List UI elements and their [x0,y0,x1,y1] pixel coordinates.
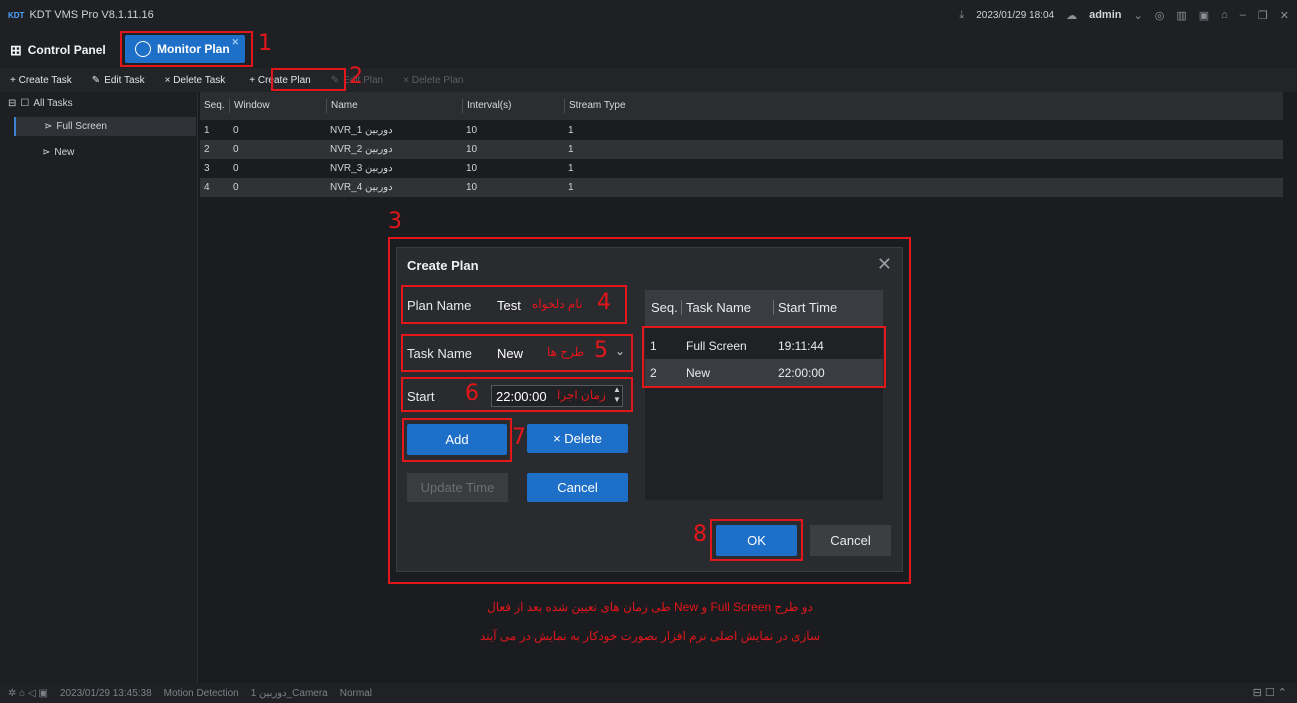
toolbar: + Create Task ✎ Edit Task × Delete Task +… [0,68,1297,92]
task-icon: ⋗ [44,121,53,132]
cell-seq: 3 [204,163,210,174]
cell-seq: 2 [204,144,210,155]
status-camera: دوربین 1_Camera [250,687,328,699]
title-bar-right: ⤓ 2023/01/29 18:04 ☁ admin ⌄ ◎ ▥ ▣ ⌂ – ❐… [959,0,1289,30]
table-row[interactable]: 2 0 NVR_دوربین 2 10 1 [200,140,1283,159]
tab-label: Control Panel [27,43,106,57]
annotation-note-line-1: دو طرح Full Screen و New طی زمان های تعی… [487,600,813,614]
minimize-icon[interactable]: – [1240,9,1246,21]
tree-item-new[interactable]: ⋗ New [14,143,196,162]
cell-window: 0 [233,163,239,174]
plan-table-header: Seq. Task Name Start Time [645,290,883,326]
tree-root-label: All Tasks [33,98,73,109]
column-header-interval[interactable]: Interval(s) [462,99,511,113]
cell-seq: 4 [204,182,210,193]
user-name[interactable]: admin [1089,9,1121,21]
annotation-number-1: 1 [258,31,272,56]
app-logo: KDT [8,10,25,20]
cell-stream-type: 1 [568,125,574,136]
task-icon: ⋗ [42,147,51,158]
close-icon[interactable]: ✕ [877,254,892,275]
column-header-window[interactable]: Window [229,99,270,113]
lock-icon[interactable]: ⌂ [1221,9,1228,21]
status-event: Motion Detection [163,687,239,699]
app-title: KDT VMS Pro V8.1.11.16 [29,9,154,21]
cell-window: 0 [233,182,239,193]
annotation-frame-2 [271,68,346,91]
edit-task-label: Edit Task [104,74,145,86]
cell-window: 0 [233,144,239,155]
table-header: Seq. Window Name Interval(s) Stream Type [200,92,1283,120]
annotation-note-line-2: سازی در نمایش اصلی نرم افزار بصورت خودکا… [480,629,820,643]
status-state: Normal [339,687,372,699]
collapse-icon[interactable]: ⊟ [8,98,16,109]
dialog-title: Create Plan [407,258,479,273]
chevron-down-icon[interactable]: ⌄ [1133,9,1142,22]
cell-name: NVR_دوربین 1 [330,125,393,136]
column-header-seq[interactable]: Seq. [651,300,678,315]
cell-interval: 10 [466,163,478,174]
status-icons[interactable]: ✲ ⌂ ◁ ▣ [8,688,48,699]
annotation-frame-plan-rows [642,326,886,388]
table-row[interactable]: 4 0 NVR_دوربین 4 10 1 [200,178,1283,197]
cell-interval: 10 [466,125,478,136]
task-tree-panel: ⊟ ☐ All Tasks ⋗ Full Screen ⋗ New [0,92,198,683]
annotation-number-3: 3 [388,209,402,234]
tree-item-label: Full Screen [56,121,107,132]
cell-stream-type: 1 [568,144,574,155]
datetime-display: 2023/01/29 18:04 [976,9,1055,21]
annotation-frame-6 [401,377,633,412]
column-header-start-time[interactable]: Start Time [773,300,837,315]
column-header-task-name[interactable]: Task Name [681,300,751,315]
cell-name: NVR_دوربین 3 [330,163,393,174]
annotation-number-2: 2 [349,64,363,89]
grid-icon: ⊞ [10,41,22,58]
status-bar: ✲ ⌂ ◁ ▣ 2023/01/29 13:45:38 Motion Detec… [0,683,1297,703]
annotation-number-7: 7 [512,425,526,450]
ok-button[interactable]: OK [716,525,797,556]
cell-interval: 10 [466,182,478,193]
pencil-icon: ✎ [91,74,101,86]
column-header-name[interactable]: Name [326,99,358,113]
status-bar-right-icons[interactable]: ⊟ ☐ ⌃ [1253,686,1287,699]
annotation-frame-5 [401,334,633,372]
folder-icon: ☐ [20,98,30,109]
update-time-button[interactable]: Update Time [407,473,508,502]
cancel-button[interactable]: Cancel [810,525,891,556]
screen-icon[interactable]: ▣ [1199,9,1209,22]
cell-stream-type: 1 [568,182,574,193]
delete-plan-button[interactable]: × Delete Plan [403,75,463,86]
table-row[interactable]: 1 0 NVR_دوربین 1 10 1 [200,121,1283,140]
cell-stream-type: 1 [568,163,574,174]
status-datetime: 2023/01/29 13:45:38 [59,687,152,699]
app-window: KDT KDT VMS Pro V8.1.11.16 ⤓ 2023/01/29 … [0,0,1297,703]
column-header-seq[interactable]: Seq. [200,99,225,113]
restore-icon[interactable]: ❐ [1258,9,1268,22]
cloud-icon[interactable]: ☁ [1066,9,1077,22]
annotation-number-8: 8 [693,522,707,547]
cancel-inner-button[interactable]: Cancel [527,473,628,502]
table-row[interactable]: 3 0 NVR_دوربین 3 10 1 [200,159,1283,178]
column-header-stream-type[interactable]: Stream Type [564,99,626,113]
annotation-frame-1 [120,31,253,67]
cell-interval: 10 [466,144,478,155]
delete-button[interactable]: × Delete [527,424,628,453]
tree-root-all-tasks[interactable]: ⊟ ☐ All Tasks [8,98,73,109]
tree-item-label: New [54,147,75,158]
create-task-button[interactable]: + Create Task [10,75,72,86]
download-icon[interactable]: ⤓ [959,9,964,22]
cell-name: NVR_دوربین 4 [330,182,393,193]
cell-seq: 1 [204,125,210,136]
edit-task-button[interactable]: ✎ Edit Task [92,75,145,86]
tree-item-full-screen[interactable]: ⋗ Full Screen [14,117,196,136]
annotation-frame-7 [402,418,512,462]
annotation-frame-4 [401,285,627,324]
cell-window: 0 [233,125,239,136]
delete-task-button[interactable]: × Delete Task [165,75,226,86]
stats-icon[interactable]: ▥ [1176,9,1186,22]
tab-control-panel[interactable]: ⊞ Control Panel [10,40,106,60]
settings-icon[interactable]: ◎ [1155,9,1165,22]
close-icon[interactable]: ✕ [1280,9,1289,22]
cell-name: NVR_دوربین 2 [330,144,393,155]
